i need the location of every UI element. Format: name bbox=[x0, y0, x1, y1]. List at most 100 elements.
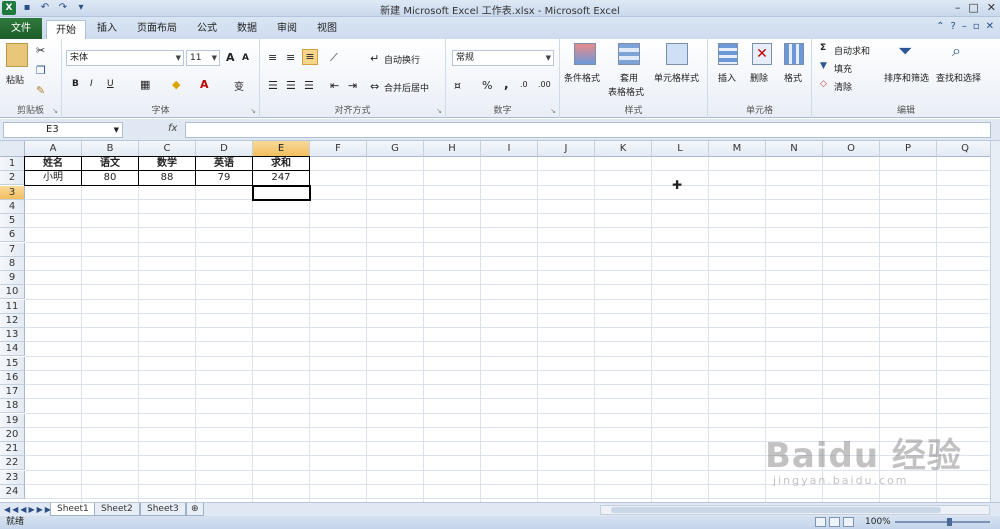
cell-c2[interactable]: 88 bbox=[138, 170, 196, 186]
sheet-tab-3[interactable]: Sheet3 bbox=[140, 503, 186, 516]
row-header-3[interactable]: 3 bbox=[0, 185, 25, 200]
wrap-text-button[interactable]: 自动换行 bbox=[384, 53, 420, 66]
row-header-15[interactable]: 15 bbox=[0, 356, 25, 371]
autosum-icon[interactable]: Σ bbox=[820, 43, 826, 53]
orientation-icon[interactable]: ⟋ bbox=[330, 51, 338, 65]
tab-view[interactable]: 视图 bbox=[308, 19, 346, 39]
copy-icon[interactable]: ❐ bbox=[36, 64, 46, 77]
shrink-font-button[interactable]: A bbox=[242, 53, 249, 63]
format-cells-button[interactable]: 格式 bbox=[784, 71, 802, 84]
align-right-icon[interactable]: ☰ bbox=[304, 79, 314, 92]
borders-icon[interactable]: ▦ bbox=[140, 78, 150, 91]
format-painter-icon[interactable]: ✎ bbox=[36, 84, 45, 97]
align-bottom-icon[interactable]: ≡ bbox=[302, 49, 318, 65]
formula-input[interactable] bbox=[185, 122, 991, 138]
page-break-view-icon[interactable] bbox=[843, 517, 854, 527]
normal-view-icon[interactable] bbox=[815, 517, 826, 527]
row-header-4[interactable]: 4 bbox=[0, 199, 25, 214]
column-header-l[interactable]: L bbox=[652, 141, 709, 157]
row-header-11[interactable]: 11 bbox=[0, 299, 25, 314]
decrease-decimal-icon[interactable]: .00 bbox=[538, 80, 551, 89]
align-top-icon[interactable]: ≡ bbox=[268, 51, 277, 64]
maximize-icon[interactable]: □ bbox=[968, 0, 978, 16]
column-header-a[interactable]: A bbox=[25, 141, 82, 157]
horizontal-scroll-thumb[interactable] bbox=[611, 507, 941, 513]
cell-b1[interactable]: 语文 bbox=[81, 156, 139, 172]
help-icon[interactable]: ? bbox=[951, 21, 956, 32]
column-header-g[interactable]: G bbox=[367, 141, 424, 157]
row-header-8[interactable]: 8 bbox=[0, 256, 25, 271]
row-header-24[interactable]: 24 bbox=[0, 484, 25, 499]
font-color-icon[interactable]: A bbox=[200, 78, 209, 91]
row-header-12[interactable]: 12 bbox=[0, 313, 25, 328]
grow-font-button[interactable]: A bbox=[226, 51, 235, 64]
ribbon-close-icon[interactable]: ✕ bbox=[986, 21, 994, 32]
cell-e1[interactable]: 求和 bbox=[252, 156, 310, 172]
fill-button[interactable]: 填充 bbox=[834, 62, 852, 75]
percent-button[interactable]: % bbox=[482, 79, 492, 92]
tab-page-layout[interactable]: 页面布局 bbox=[128, 19, 186, 39]
merge-center-icon[interactable]: ⇔ bbox=[370, 80, 379, 93]
ribbon-minimize-icon[interactable]: – bbox=[962, 21, 967, 32]
phonetic-icon[interactable]: 变 bbox=[234, 78, 244, 93]
column-header-c[interactable]: C bbox=[139, 141, 196, 157]
active-cell-selection[interactable] bbox=[252, 184, 311, 201]
cell-c1[interactable]: 数学 bbox=[138, 156, 196, 172]
insert-cells-icon[interactable] bbox=[718, 43, 738, 65]
row-header-5[interactable]: 5 bbox=[0, 214, 25, 228]
align-middle-icon[interactable]: ≡ bbox=[286, 51, 295, 64]
horizontal-scrollbar[interactable] bbox=[600, 505, 990, 515]
row-header-6[interactable]: 6 bbox=[0, 228, 25, 243]
row-header-22[interactable]: 22 bbox=[0, 456, 25, 471]
column-header-q[interactable]: Q bbox=[937, 141, 990, 157]
row-header-10[interactable]: 10 bbox=[0, 285, 25, 300]
column-header-f[interactable]: F bbox=[310, 141, 367, 157]
tab-formulas[interactable]: 公式 bbox=[188, 19, 226, 39]
align-center-icon[interactable]: ☰ bbox=[286, 79, 296, 92]
format-cells-icon[interactable] bbox=[784, 43, 804, 65]
column-header-d[interactable]: D bbox=[196, 141, 253, 157]
paste-icon[interactable] bbox=[6, 43, 28, 67]
column-header-n[interactable]: N bbox=[766, 141, 823, 157]
bold-button[interactable]: B bbox=[72, 79, 79, 89]
column-header-j[interactable]: J bbox=[538, 141, 595, 157]
delete-cells-button[interactable]: 删除 bbox=[750, 71, 768, 84]
tab-data[interactable]: 数据 bbox=[228, 19, 266, 39]
paste-button[interactable]: 粘贴 bbox=[6, 73, 24, 86]
row-header-14[interactable]: 14 bbox=[0, 342, 25, 357]
underline-button[interactable]: U bbox=[107, 79, 114, 89]
row-header-18[interactable]: 18 bbox=[0, 399, 25, 414]
autosum-button[interactable]: 自动求和 bbox=[834, 44, 870, 57]
collapse-ribbon-icon[interactable]: ⌃ bbox=[936, 21, 944, 32]
format-as-table-icon[interactable] bbox=[618, 43, 640, 65]
font-size-select[interactable]: 11 ▼ bbox=[186, 50, 220, 66]
comma-button[interactable]: , bbox=[504, 77, 509, 91]
conditional-format-icon[interactable] bbox=[574, 43, 596, 65]
italic-button[interactable]: I bbox=[90, 79, 93, 89]
zoom-level[interactable]: 100% bbox=[865, 516, 891, 529]
cut-icon[interactable]: ✂ bbox=[36, 44, 45, 57]
ribbon-restore-icon[interactable]: ▫ bbox=[973, 21, 980, 32]
sort-filter-button[interactable]: 排序和筛选 bbox=[884, 71, 929, 84]
zoom-slider[interactable] bbox=[895, 518, 990, 526]
wrap-text-icon[interactable]: ↵ bbox=[370, 52, 379, 65]
decrease-indent-icon[interactable]: ⇤ bbox=[330, 79, 339, 92]
clipboard-launcher-icon[interactable]: ↘ bbox=[52, 107, 58, 115]
zoom-slider-knob[interactable] bbox=[947, 518, 952, 526]
fill-icon[interactable]: ▼ bbox=[820, 61, 827, 71]
close-icon[interactable]: ✕ bbox=[987, 0, 996, 16]
sheet-tab-2[interactable]: Sheet2 bbox=[94, 503, 140, 516]
column-header-e[interactable]: E bbox=[253, 141, 310, 157]
page-layout-view-icon[interactable] bbox=[829, 517, 840, 527]
find-select-button[interactable]: 查找和选择 bbox=[936, 71, 981, 84]
conditional-format-button[interactable]: 条件格式 bbox=[564, 71, 600, 84]
cell-styles-button[interactable]: 单元格样式 bbox=[654, 71, 699, 84]
row-header-9[interactable]: 9 bbox=[0, 271, 25, 285]
cell-d1[interactable]: 英语 bbox=[195, 156, 253, 172]
sheet-nav-arrows-icon[interactable]: ◀◀◀▶▶▶ bbox=[4, 503, 53, 516]
row-header-17[interactable]: 17 bbox=[0, 385, 25, 399]
format-as-table-button-line2[interactable]: 表格格式 bbox=[608, 85, 644, 98]
row-header-19[interactable]: 19 bbox=[0, 413, 25, 428]
column-header-i[interactable]: I bbox=[481, 141, 538, 157]
name-box[interactable]: E3 ▼ bbox=[3, 122, 123, 138]
